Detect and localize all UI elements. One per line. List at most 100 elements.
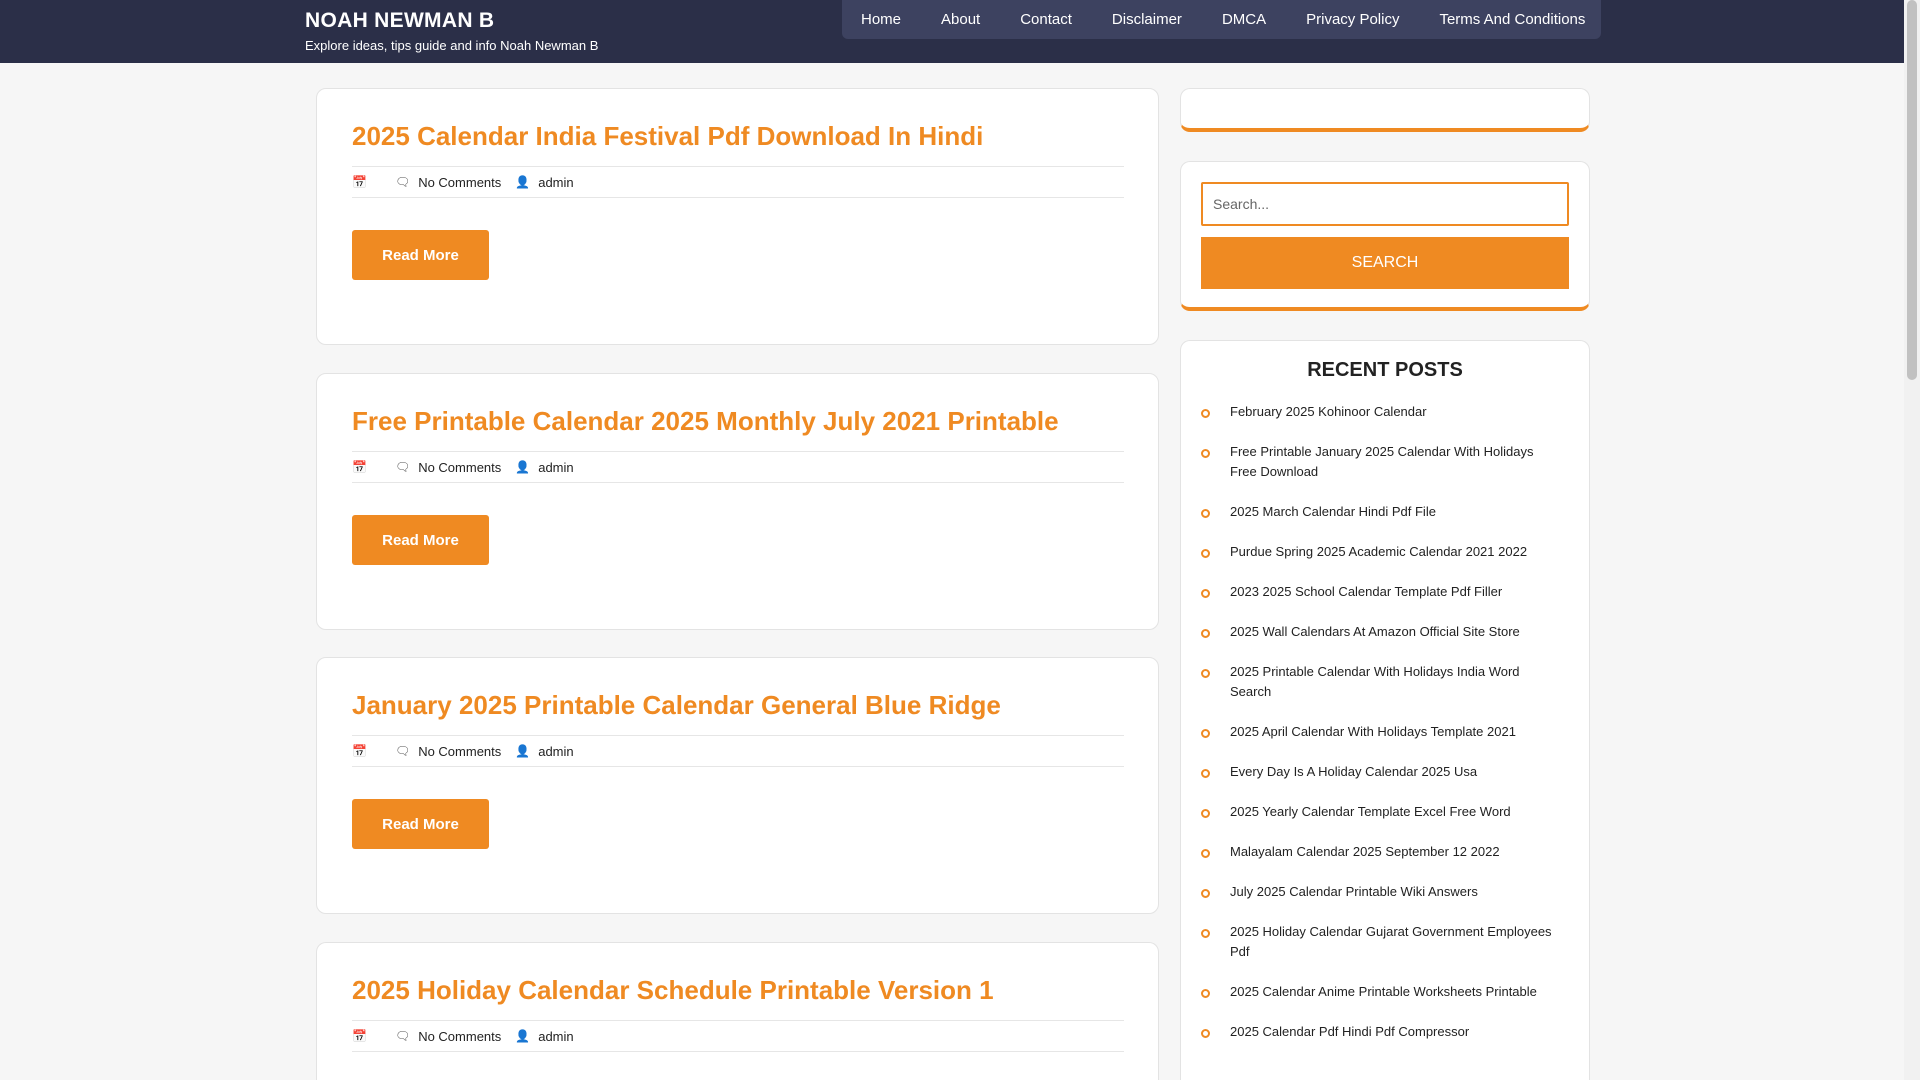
empty-widget xyxy=(1180,88,1590,132)
recent-posts-title: RECENT POSTS xyxy=(1307,359,1463,381)
recent-post-link[interactable]: Purdue Spring 2025 Academic Calendar 202… xyxy=(1230,542,1527,562)
comments-label[interactable]: No Comments xyxy=(418,1029,501,1044)
nav-about[interactable]: About xyxy=(921,0,1000,39)
post-author[interactable]: 👤 admin xyxy=(515,175,573,190)
search-widget: SEARCH xyxy=(1180,161,1590,311)
circle-bullet-icon xyxy=(1201,889,1210,898)
post-comments[interactable]: 🗨 No Comments xyxy=(395,1029,501,1044)
calendar-icon: 📅 xyxy=(352,1029,367,1043)
recent-post-link[interactable]: 2025 Calendar Anime Printable Worksheets… xyxy=(1230,982,1537,1002)
nav-home[interactable]: Home xyxy=(842,0,921,39)
nav-terms-and-conditions[interactable]: Terms And Conditions xyxy=(1419,0,1605,39)
circle-bullet-icon xyxy=(1201,669,1210,678)
list-item: Malayalam Calendar 2025 September 12 202… xyxy=(1201,842,1559,862)
list-item: July 2025 Calendar Printable Wiki Answer… xyxy=(1201,882,1559,902)
recent-post-link[interactable]: 2025 Yearly Calendar Template Excel Free… xyxy=(1230,802,1511,822)
read-more-button[interactable]: Read More xyxy=(352,230,489,280)
nav-contact[interactable]: Contact xyxy=(1000,0,1092,39)
recent-post-link[interactable]: Every Day Is A Holiday Calendar 2025 Usa xyxy=(1230,762,1477,782)
recent-post-link[interactable]: 2025 March Calendar Hindi Pdf File xyxy=(1230,502,1436,522)
author-label[interactable]: admin xyxy=(538,1029,573,1044)
search-button[interactable]: SEARCH xyxy=(1201,237,1569,289)
post-meta: 📅 🗨 No Comments 👤 admin xyxy=(352,166,1124,198)
post-date: 📅 xyxy=(352,460,375,474)
recent-post-link[interactable]: 2025 April Calendar With Holidays Templa… xyxy=(1230,722,1516,742)
post-date: 📅 xyxy=(352,175,375,189)
circle-bullet-icon xyxy=(1201,729,1210,738)
calendar-icon: 📅 xyxy=(352,460,367,474)
list-item: February 2025 Kohinoor Calendar xyxy=(1201,402,1559,422)
circle-bullet-icon xyxy=(1201,1029,1210,1038)
read-more-button[interactable]: Read More xyxy=(352,799,489,849)
list-item: 2025 Printable Calendar With Holidays In… xyxy=(1201,662,1559,702)
nav-privacy-policy[interactable]: Privacy Policy xyxy=(1286,0,1419,39)
circle-bullet-icon xyxy=(1201,929,1210,938)
author-label[interactable]: admin xyxy=(538,744,573,759)
post-comments[interactable]: 🗨 No Comments xyxy=(395,744,501,759)
post-card: Free Printable Calendar 2025 Monthly Jul… xyxy=(316,373,1159,630)
comments-label[interactable]: No Comments xyxy=(418,460,501,475)
recent-post-link[interactable]: February 2025 Kohinoor Calendar xyxy=(1230,402,1427,422)
post-title[interactable]: January 2025 Printable Calendar General … xyxy=(352,690,1001,721)
recent-post-link[interactable]: Malayalam Calendar 2025 September 12 202… xyxy=(1230,842,1500,862)
site-title[interactable]: NOAH NEWMAN B xyxy=(305,9,598,33)
comment-icon: 🗨 xyxy=(394,175,411,189)
comments-label[interactable]: No Comments xyxy=(418,175,501,190)
post-meta: 📅 🗨 No Comments 👤 admin xyxy=(352,451,1124,483)
calendar-icon: 📅 xyxy=(352,175,367,189)
recent-post-link[interactable]: 2023 2025 School Calendar Template Pdf F… xyxy=(1230,582,1502,602)
post-title[interactable]: 2025 Holiday Calendar Schedule Printable… xyxy=(352,975,994,1006)
post-author[interactable]: 👤 admin xyxy=(515,744,573,759)
search-input[interactable] xyxy=(1201,182,1569,226)
scrollbar-thumb[interactable] xyxy=(1907,0,1917,380)
recent-post-link[interactable]: Free Printable January 2025 Calendar Wit… xyxy=(1230,442,1559,482)
circle-bullet-icon xyxy=(1201,989,1210,998)
list-item: 2025 Holiday Calendar Gujarat Government… xyxy=(1201,922,1559,962)
recent-posts-widget: RECENT POSTS February 2025 Kohinoor Cale… xyxy=(1180,340,1590,1080)
site-branding: NOAH NEWMAN B Explore ideas, tips guide … xyxy=(305,9,598,53)
list-item: Free Printable January 2025 Calendar Wit… xyxy=(1201,442,1559,482)
post-meta: 📅 🗨 No Comments 👤 admin xyxy=(352,1020,1124,1052)
comment-icon: 🗨 xyxy=(394,744,411,758)
circle-bullet-icon xyxy=(1201,849,1210,858)
site-header: NOAH NEWMAN B Explore ideas, tips guide … xyxy=(0,0,1904,63)
post-author[interactable]: 👤 admin xyxy=(515,1029,573,1044)
nav-dmca[interactable]: DMCA xyxy=(1202,0,1286,39)
circle-bullet-icon xyxy=(1201,509,1210,518)
recent-post-link[interactable]: July 2025 Calendar Printable Wiki Answer… xyxy=(1230,882,1478,902)
list-item: 2025 Wall Calendars At Amazon Official S… xyxy=(1201,622,1559,642)
comment-icon: 🗨 xyxy=(394,1029,411,1043)
author-label[interactable]: admin xyxy=(538,460,573,475)
author-label[interactable]: admin xyxy=(538,175,573,190)
recent-post-link[interactable]: 2025 Calendar Pdf Hindi Pdf Compressor xyxy=(1230,1022,1469,1042)
post-author[interactable]: 👤 admin xyxy=(515,460,573,475)
read-more-button[interactable]: Read More xyxy=(352,515,489,565)
circle-bullet-icon xyxy=(1201,449,1210,458)
post-title[interactable]: Free Printable Calendar 2025 Monthly Jul… xyxy=(352,406,1059,437)
list-item: Every Day Is A Holiday Calendar 2025 Usa xyxy=(1201,762,1559,782)
recent-post-link[interactable]: 2025 Printable Calendar With Holidays In… xyxy=(1230,662,1559,702)
list-item: 2025 March Calendar Hindi Pdf File xyxy=(1201,502,1559,522)
circle-bullet-icon xyxy=(1201,549,1210,558)
post-comments[interactable]: 🗨 No Comments xyxy=(395,460,501,475)
circle-bullet-icon xyxy=(1201,769,1210,778)
list-item: 2025 Yearly Calendar Template Excel Free… xyxy=(1201,802,1559,822)
post-card: January 2025 Printable Calendar General … xyxy=(316,657,1159,914)
post-meta: 📅 🗨 No Comments 👤 admin xyxy=(352,735,1124,767)
circle-bullet-icon xyxy=(1201,409,1210,418)
nav-disclaimer[interactable]: Disclaimer xyxy=(1092,0,1202,39)
circle-bullet-icon xyxy=(1201,809,1210,818)
post-date: 📅 xyxy=(352,1029,375,1043)
post-card: 2025 Holiday Calendar Schedule Printable… xyxy=(316,942,1159,1080)
post-card: 2025 Calendar India Festival Pdf Downloa… xyxy=(316,88,1159,345)
list-item: 2025 Calendar Anime Printable Worksheets… xyxy=(1201,982,1559,1002)
recent-post-link[interactable]: 2025 Wall Calendars At Amazon Official S… xyxy=(1230,622,1520,642)
page-scrollbar[interactable] xyxy=(1904,0,1920,1080)
comments-label[interactable]: No Comments xyxy=(418,744,501,759)
comment-icon: 🗨 xyxy=(394,460,411,474)
recent-post-link[interactable]: 2025 Holiday Calendar Gujarat Government… xyxy=(1230,922,1559,962)
post-title[interactable]: 2025 Calendar India Festival Pdf Downloa… xyxy=(352,121,983,152)
user-icon: 👤 xyxy=(515,1029,531,1043)
post-comments[interactable]: 🗨 No Comments xyxy=(395,175,501,190)
list-item: 2025 April Calendar With Holidays Templa… xyxy=(1201,722,1559,742)
